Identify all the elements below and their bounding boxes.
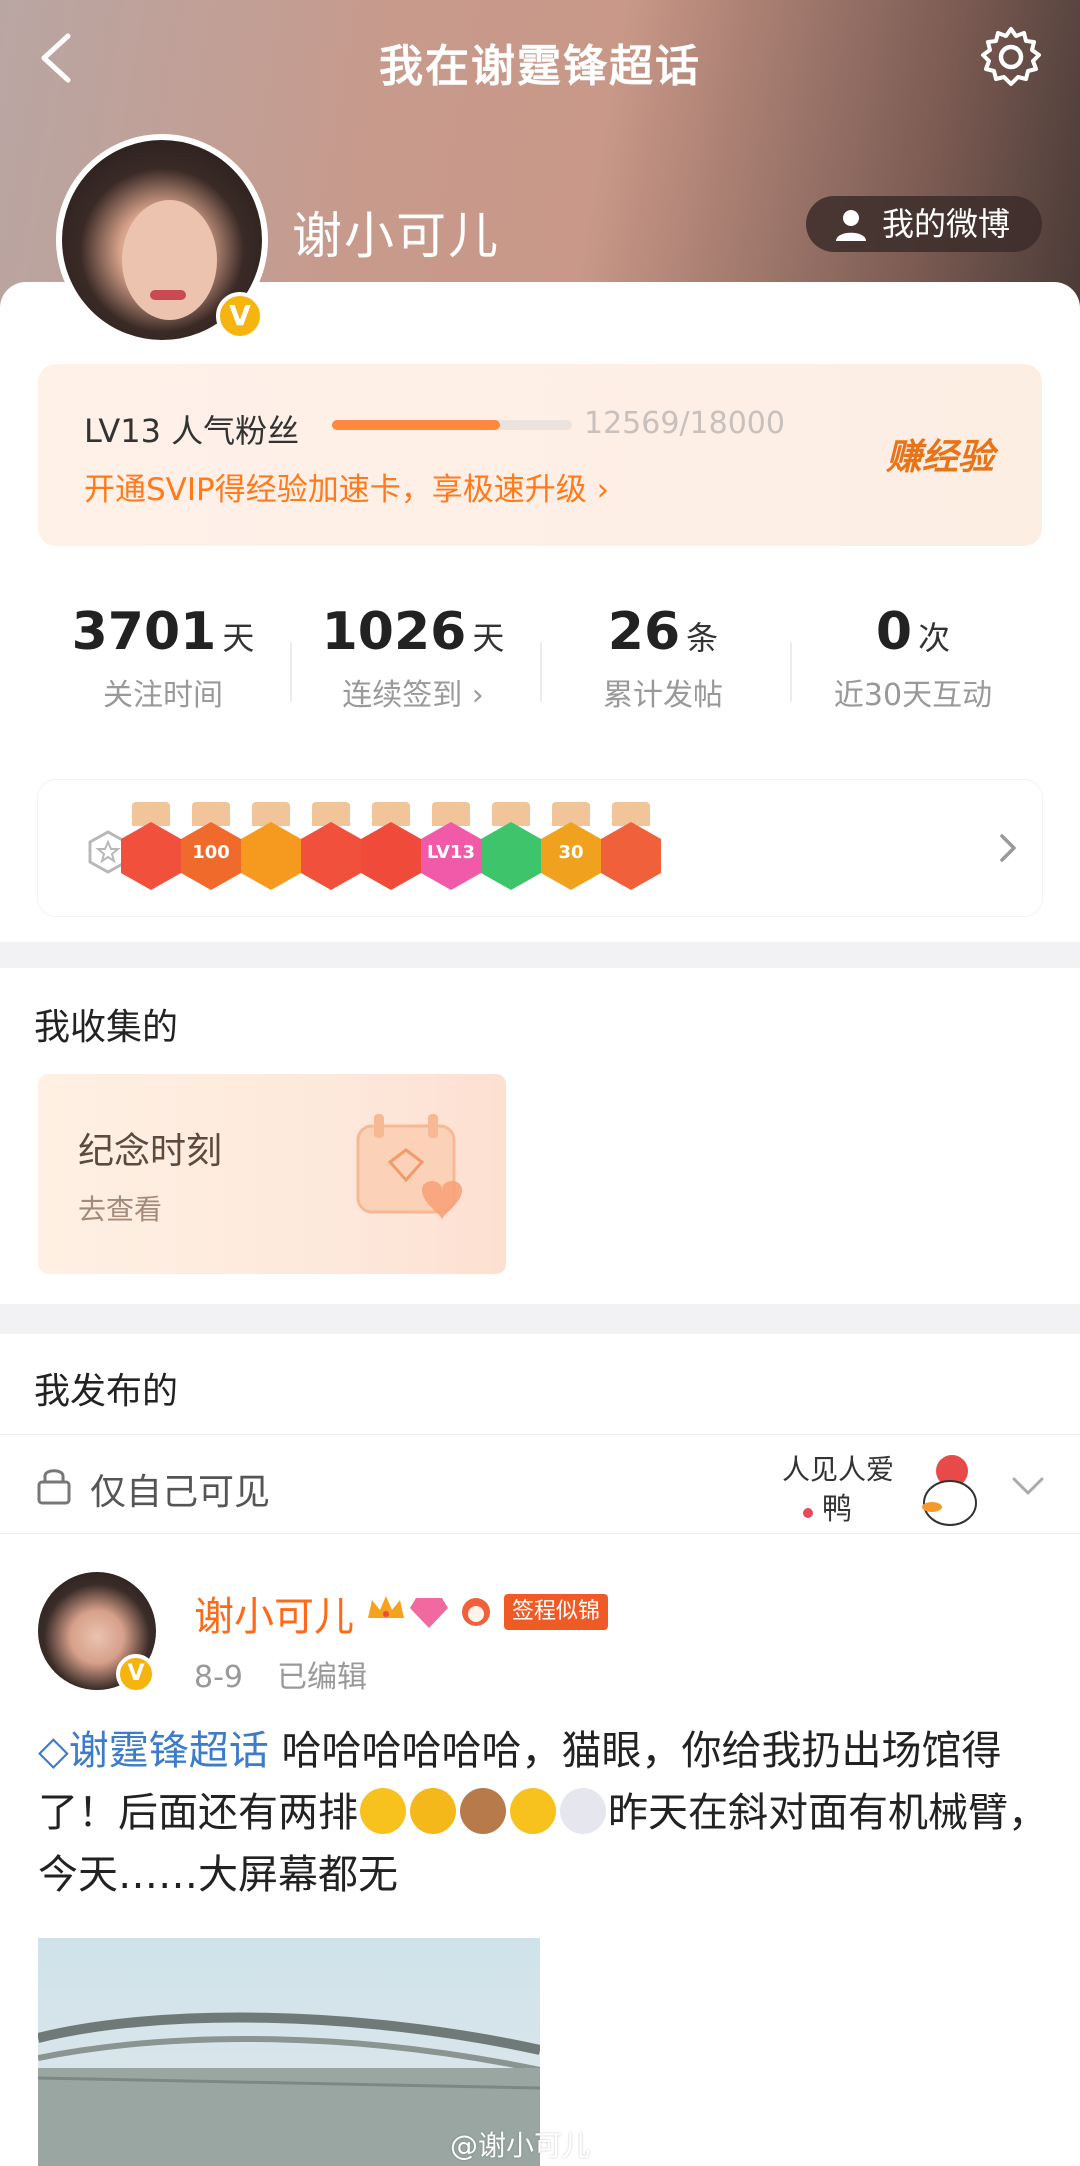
topic-diamond-icon: ◇ xyxy=(38,1728,69,1774)
stat-label: 近30天互动 xyxy=(833,678,993,713)
topic-label: 谢霆锋超话 xyxy=(68,1728,269,1774)
badge-text: 30 xyxy=(558,842,584,863)
svip-promo-text: 开通SVIP得经验加速卡，享极速升级 xyxy=(84,472,587,508)
page-title: 我在谢霆锋超话 xyxy=(379,41,701,92)
badge-hex xyxy=(481,822,541,890)
laugh-cry-emoji-icon xyxy=(360,1788,406,1834)
badge-hex xyxy=(241,822,301,890)
chevron-right-icon: › xyxy=(471,678,484,713)
sticker-text-line2: 鸭 xyxy=(822,1492,852,1527)
post-meta: 8-9 已编辑 xyxy=(194,1652,367,1696)
100-days-badge[interactable]: 100 xyxy=(178,802,244,892)
stat-unit: 天 xyxy=(472,619,505,657)
crown-icon xyxy=(368,1596,404,1618)
member-icons xyxy=(368,1596,490,1628)
badge-hex xyxy=(301,822,361,890)
memory-moments-card[interactable]: 纪念时刻 去查看 xyxy=(38,1074,506,1274)
verified-badge: V xyxy=(216,292,264,340)
gear-icon[interactable] xyxy=(978,24,1044,90)
monkey-emoji-icon xyxy=(460,1788,506,1834)
stat-label-row: 连续签到 › xyxy=(288,670,538,714)
stats-panel: 3701 天 关注时间 1026 天 连续签到 › 26 条 累计发帖 0次 近30天… xyxy=(38,580,1042,738)
memory-card-title: 纪念时刻 xyxy=(78,1131,223,1172)
stat-unit: 条 xyxy=(686,619,719,657)
topic-link[interactable]: ◇谢霆锋超话 xyxy=(38,1728,269,1774)
rabbit-icon xyxy=(462,1598,490,1626)
posts-title: 我发布的 xyxy=(34,1371,179,1412)
badge-wall[interactable]: 100 LV13 30 xyxy=(38,780,1042,916)
stat-value: 0 xyxy=(875,602,913,662)
post-edited: 已编辑 xyxy=(277,1660,367,1695)
calendar-heart-icon xyxy=(356,1114,462,1220)
stat-unit: 次 xyxy=(918,619,951,657)
30-days-badge[interactable]: 30 xyxy=(538,802,604,892)
duck-sticker-icon: 人见人爱 鸭 xyxy=(782,1453,977,1527)
collect-title: 我收集的 xyxy=(34,1007,179,1048)
stat-posts: 26 条 累计发帖 xyxy=(538,602,788,714)
profile-name: 谢小可儿 xyxy=(292,207,500,265)
avatar-lips xyxy=(150,290,186,300)
stat-unit: 天 xyxy=(222,619,255,657)
post-date: 8-9 xyxy=(194,1660,243,1695)
memory-card-sub: 去查看 xyxy=(78,1193,163,1226)
stat-value: 26 xyxy=(607,602,681,662)
level-progress-fill xyxy=(332,420,500,430)
stat-label: 连续签到 xyxy=(342,678,463,713)
stat-label: 关注时间 xyxy=(103,678,223,713)
stat-interactions: 0次 近30天互动 xyxy=(788,602,1038,714)
badge-hex xyxy=(361,822,421,890)
visibility-label: 仅自己可见 xyxy=(90,1472,271,1513)
stat-checkin[interactable]: 1026 天 连续签到 › xyxy=(288,602,538,714)
lv13-badge[interactable]: LV13 xyxy=(418,802,484,892)
girl-badge[interactable] xyxy=(298,802,364,892)
svip-promo-link[interactable]: 开通SVIP得经验加速卡，享极速升级 › xyxy=(84,464,609,509)
level-box[interactable]: LV13 人气粉丝 12569/18000 开通SVIP得经验加速卡，享极速升级… xyxy=(38,364,1042,546)
stat-label: 累计发帖 xyxy=(603,678,723,713)
crown-badge[interactable] xyxy=(238,802,304,892)
rock-hand-badge[interactable] xyxy=(598,802,664,892)
crying-emoji-icon xyxy=(410,1788,456,1834)
level-exp-text: 12569/18000 xyxy=(584,406,785,441)
sticker-text-line1: 人见人爱 xyxy=(782,1453,894,1486)
hand-badge[interactable] xyxy=(478,802,544,892)
phoenix-badge[interactable] xyxy=(358,802,424,892)
tears-joy-emoji-icon xyxy=(510,1788,556,1834)
my-weibo-label: 我的微博 xyxy=(882,205,1011,243)
visibility-filter[interactable]: 仅自己可见 人见人爱 鸭 xyxy=(0,1434,1080,1534)
watermark: @谢小可儿 xyxy=(450,2129,591,2162)
badge-hex xyxy=(121,822,181,890)
rabbit-badge[interactable] xyxy=(118,802,184,892)
badge-text: LV13 xyxy=(427,842,475,863)
chevron-right-icon[interactable] xyxy=(988,824,1028,872)
chevron-right-icon: › xyxy=(596,472,609,508)
fan-tag-badge: 签程似锦 xyxy=(504,1594,609,1630)
level-progress-bar xyxy=(332,420,572,430)
diamond-icon xyxy=(410,1598,448,1628)
fan-info-card: LV13 人气粉丝 12569/18000 开通SVIP得经验加速卡，享极速升级… xyxy=(0,282,1080,942)
badge-text: 100 xyxy=(192,842,230,863)
lock-icon xyxy=(37,1469,71,1505)
earn-exp-button[interactable]: 赚经验 xyxy=(886,428,994,480)
post-author-name[interactable]: 谢小可儿 xyxy=(194,1584,354,1642)
person-icon xyxy=(836,210,866,241)
stat-value: 1026 xyxy=(321,602,467,662)
collect-section: 我收集的 纪念时刻 去查看 xyxy=(0,968,1080,1304)
posts-section: 我发布的 仅自己可见 人见人爱 鸭 V 谢小可儿 签程似锦 8-9 已编辑 ◇谢霆… xyxy=(0,1334,1080,2166)
chevron-down-icon[interactable] xyxy=(1008,1467,1048,1503)
badge-hex xyxy=(601,822,661,890)
my-weibo-button[interactable]: 我的微博 xyxy=(806,196,1042,252)
avatar-face xyxy=(122,200,217,320)
verified-badge: V xyxy=(116,1654,156,1694)
dizzy-emoji-icon xyxy=(560,1788,606,1834)
level-label: LV13 人气粉丝 xyxy=(84,412,300,450)
post-body: ◇谢霆锋超话 哈哈哈哈哈哈，猫眼，你给我扔出场馆得了！后面还有两排 昨天在斜对面有… xyxy=(38,1720,1048,1906)
stat-value: 3701 xyxy=(71,602,217,662)
stat-follow-time: 3701 天 关注时间 xyxy=(38,602,288,714)
